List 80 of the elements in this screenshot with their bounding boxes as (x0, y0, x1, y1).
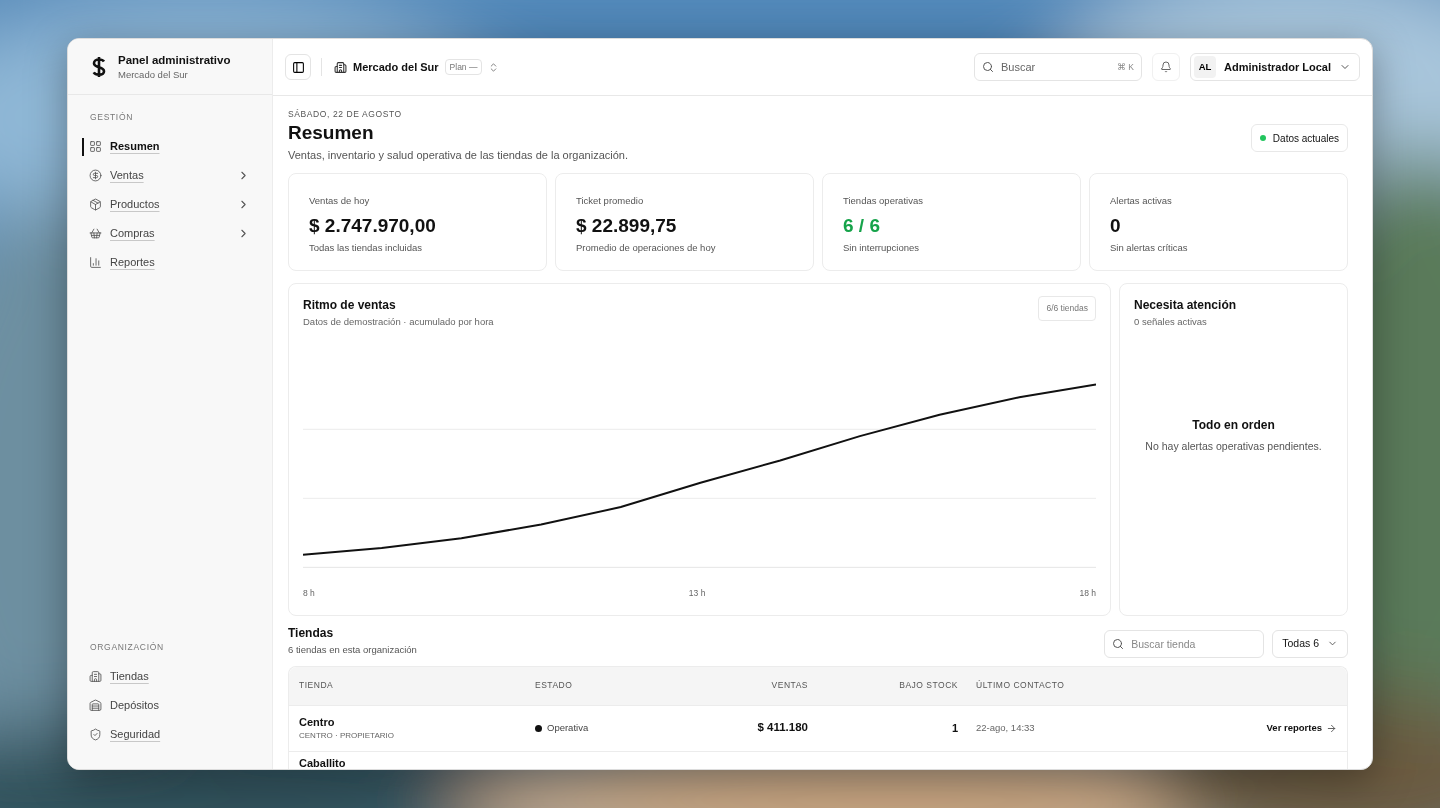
card-subtitle: Datos de demostración · acumulado por hora (303, 315, 494, 330)
kpi-label: Alertas activas (1110, 194, 1173, 209)
column-header: BAJO STOCK (898, 679, 958, 692)
box-icon (89, 197, 102, 211)
plan-tag: Plan — (444, 58, 483, 76)
page-title: Resumen (288, 120, 375, 145)
warehouse-icon (89, 699, 102, 712)
kpi-label: Ventas de hoy (309, 194, 371, 209)
axis-label: 13 h (688, 586, 706, 600)
card-title: Necesita atención (1134, 297, 1238, 315)
axis-label: 8 h (303, 586, 315, 600)
store-detail: CENTRO · PROPIETARIO (299, 730, 395, 743)
card-subtitle: 0 señales activas (1134, 315, 1208, 330)
store-filter-dropdown[interactable]: Todas 6 (1272, 629, 1348, 658)
section-title: Tiendas (288, 625, 335, 643)
kpi-note: Sin interrupciones (843, 240, 921, 255)
view-reports-link[interactable]: Ver reportes (1266, 720, 1337, 736)
stores-count-tag: 6/6 tiendas (1038, 296, 1096, 321)
brand-subtitle: Mercado del Sur (118, 67, 189, 81)
nav-item[interactable]: Tiendas (68, 662, 272, 691)
column-header: ESTADO (535, 679, 574, 692)
date-label: SÁBADO, 22 DE AGOSTO (288, 108, 403, 121)
arrow-right-icon (1326, 722, 1337, 734)
kpi-label: Ticket promedio (576, 194, 645, 209)
last-contact: 22-ago, 14:33 (975, 720, 1036, 735)
table-row[interactable]: Caballito (289, 750, 1347, 769)
shield-icon (89, 728, 102, 741)
column-header: VENTAS (770, 679, 808, 692)
column-header: ÚLTIMO CONTACTO (975, 679, 1066, 692)
nav-item[interactable]: Resumen (68, 131, 272, 161)
page-description: Ventas, inventario y salud operativa de las tiendas de la organización. (288, 147, 628, 163)
panel-icon (291, 60, 305, 74)
nav-item[interactable]: Ventas (68, 160, 272, 190)
column-header: TIENDA (299, 679, 335, 692)
status-label: Datos actuales (1272, 131, 1339, 146)
store-name: Centro (299, 714, 336, 730)
organization-switcher[interactable]: Mercado del Sur Plan — (334, 58, 500, 76)
notifications-button[interactable] (1152, 53, 1181, 81)
empty-state-text: No hay alertas operativas pendientes. (1145, 438, 1322, 454)
nav-item[interactable]: Seguridad (68, 720, 272, 749)
section-heading: GESTIÓN (89, 111, 134, 124)
dollar-logo-icon (90, 55, 108, 78)
building-icon (89, 670, 102, 683)
section-heading: ORGANIZACIÓN (89, 641, 165, 654)
nav-item[interactable]: Reportes (68, 247, 272, 277)
empty-state-title: Todo en orden (1192, 416, 1275, 434)
brand-title: Panel administrativo (118, 52, 231, 68)
section-subtitle: 6 tiendas en esta organización (288, 643, 417, 658)
low-stock-count: 1 (950, 720, 958, 736)
bar-chart-icon (89, 255, 102, 269)
nav-item[interactable]: Productos (68, 189, 272, 219)
search-icon (982, 61, 995, 73)
axis-label: 18 h (1079, 586, 1096, 600)
store-search-field[interactable]: Buscar tienda (1104, 629, 1265, 658)
sidebar-toggle-button[interactable] (285, 54, 311, 80)
bell-icon (1160, 61, 1173, 73)
search-icon (1112, 637, 1125, 650)
kpi-value: 6 / 6 (843, 213, 881, 238)
nav-item[interactable]: Compras (68, 218, 272, 248)
basket-icon (89, 226, 102, 240)
user-menu-button[interactable]: AL Administrador Local (1190, 53, 1360, 81)
kpi-note: Promedio de operaciones de hoy (576, 240, 717, 255)
organization-name: Mercado del Sur (353, 59, 439, 75)
nav-item[interactable]: Depósitos (68, 691, 272, 720)
table-row[interactable]: Centro CENTRO · PROPIETARIO Operativa $ 411.180 1 22-ago, 14:33 Ver reportes (289, 704, 1347, 751)
grid-icon (89, 139, 102, 153)
kpi-note: Sin alertas críticas (1110, 240, 1189, 255)
kpi-value: 0 (1110, 213, 1122, 238)
store-name: Caballito (299, 755, 347, 769)
kpi-value: $ 2.747.970,00 (309, 213, 437, 238)
card-title: Ritmo de ventas (303, 297, 397, 315)
sales-amount: $ 411.180 (756, 720, 808, 736)
user-avatar: AL (1194, 56, 1217, 78)
shortcut-hint: ⌘ K (1117, 61, 1135, 73)
dollar-coin-icon (89, 168, 102, 182)
status-label: Operativa (547, 720, 589, 735)
kpi-value: $ 22.899,75 (576, 213, 678, 238)
kpi-note: Todas las tiendas incluidas (309, 240, 423, 255)
kpi-label: Tiendas operativas (843, 194, 924, 209)
building-icon (334, 60, 347, 74)
